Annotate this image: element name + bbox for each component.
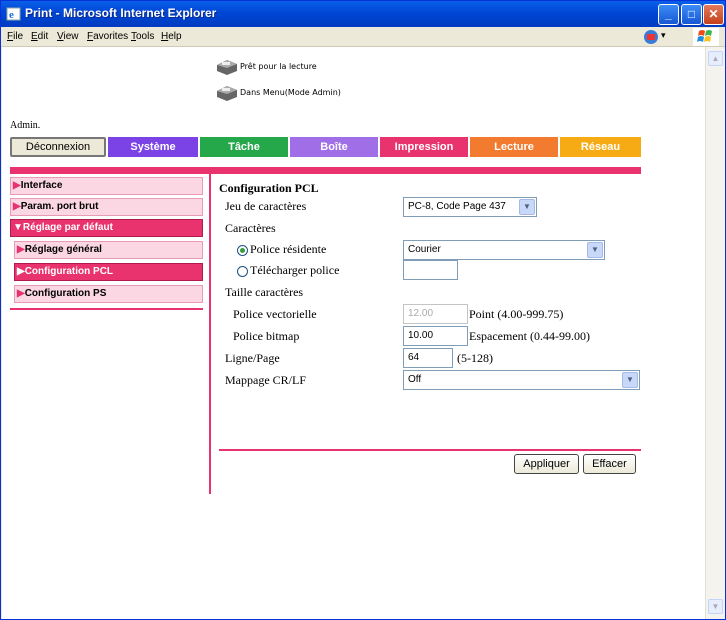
menu-tools[interactable]: Tools	[131, 31, 154, 42]
tab-scan[interactable]: Lecture	[470, 137, 558, 157]
tab-system[interactable]: Système	[108, 137, 198, 157]
charset-select[interactable]: PC-8, Code Page 437 ▼	[403, 197, 537, 217]
resident-font-value: Courier	[408, 244, 441, 255]
chevron-down-icon: ▼	[519, 199, 535, 215]
title-bar: e Print - Microsoft Internet Explorer _ …	[1, 1, 725, 27]
tab-job[interactable]: Tâche	[200, 137, 288, 157]
lines-per-page-hint: (5-128)	[457, 351, 493, 365]
resident-font-radio[interactable]	[237, 245, 248, 256]
sidebar-item-ps-config[interactable]: ▶Configuration PS	[14, 285, 203, 303]
sidebar-divider	[10, 308, 203, 310]
clear-button[interactable]: Effacer	[583, 454, 636, 474]
chevron-down-icon[interactable]: ▾	[661, 30, 666, 41]
bitmap-font-label: Police bitmap	[233, 329, 300, 343]
menu-view[interactable]: View	[57, 31, 79, 42]
windows-logo-icon	[693, 28, 719, 46]
sidebar-item-label: Configuration PS	[24, 288, 107, 299]
maximize-button[interactable]: □	[681, 4, 702, 25]
ie-logo-icon: e	[6, 7, 21, 21]
minimize-button[interactable]: _	[658, 4, 679, 25]
vector-font-hint: Point (4.00-999.75)	[469, 307, 564, 321]
charset-label: Jeu de caractères	[225, 199, 307, 213]
printer-icon	[217, 86, 237, 101]
sidebar-item-label: Param. port brut	[20, 201, 99, 212]
arrow-right-icon: ▶	[17, 244, 25, 255]
vector-font-input[interactable]: 12.00	[403, 304, 468, 324]
sidebar-item-label: Configuration PCL	[24, 266, 114, 277]
vector-font-label: Police vectorielle	[233, 307, 317, 321]
menu-help[interactable]: Help	[161, 31, 182, 42]
sidebar-item-raw-port[interactable]: ▶Param. port brut	[10, 198, 203, 216]
resident-font-label: Police résidente	[250, 242, 327, 256]
lines-per-page-input[interactable]: 64	[403, 348, 453, 368]
sidebar-item-label: Réglage général	[24, 244, 102, 255]
sidebar-item-default-settings[interactable]: ▼Réglage par défaut	[10, 219, 203, 237]
page-title: Configuration PCL	[219, 181, 319, 195]
bitmap-font-hint: Espacement (0.44-99.00)	[469, 329, 590, 343]
crlf-mapping-select[interactable]: Off ▼	[403, 370, 640, 390]
arrow-down-icon: ▼	[13, 222, 23, 233]
resident-font-select[interactable]: Courier ▼	[403, 240, 605, 260]
logout-button[interactable]: Déconnexion	[10, 137, 106, 157]
scroll-up-icon[interactable]: ▲	[708, 51, 723, 66]
vertical-scrollbar[interactable]: ▲ ▼	[705, 47, 725, 619]
window-title: Print - Microsoft Internet Explorer	[25, 6, 217, 20]
status-ready-text: Prêt pour la lecture	[240, 62, 317, 71]
crlf-mapping-label: Mappage CR/LF	[225, 373, 306, 387]
tab-underline	[10, 167, 641, 174]
scroll-down-icon[interactable]: ▼	[708, 599, 723, 614]
charset-value: PC-8, Code Page 437	[408, 201, 506, 212]
download-font-label: Télécharger police	[250, 263, 340, 277]
arrow-right-icon: ▶	[17, 288, 25, 299]
lines-per-page-label: Ligne/Page	[225, 351, 280, 365]
svg-text:e: e	[9, 9, 14, 21]
sidebar-item-pcl-config[interactable]: ▶Configuration PCL	[14, 263, 203, 281]
form-divider	[219, 449, 641, 451]
bitmap-font-input[interactable]: 10.00	[403, 326, 468, 346]
sidebar-item-general-settings[interactable]: ▶Réglage général	[14, 241, 203, 259]
download-font-radio[interactable]	[237, 266, 248, 277]
chevron-down-icon: ▼	[622, 372, 638, 388]
sidebar-item-label: Interface	[20, 180, 63, 191]
characters-label: Caractères	[225, 221, 276, 235]
apply-button[interactable]: Appliquer	[514, 454, 579, 474]
arrow-right-icon: ▶	[13, 180, 21, 191]
menu-bar: File Edit View Favorites Tools Help ▾	[1, 27, 725, 47]
download-font-input[interactable]	[403, 260, 458, 280]
page-content: Prêt pour la lecture Dans Menu(Mode Admi…	[2, 47, 705, 619]
sidebar-item-label: Réglage par défaut	[22, 222, 113, 233]
browser-window: e Print - Microsoft Internet Explorer _ …	[0, 0, 726, 620]
content-divider	[209, 174, 211, 494]
printer-icon	[217, 60, 237, 75]
tab-network[interactable]: Réseau	[560, 137, 641, 157]
close-button[interactable]: ✕	[703, 4, 724, 25]
arrow-right-icon: ▶	[17, 266, 25, 277]
tab-print[interactable]: Impression	[380, 137, 468, 157]
menu-favorites[interactable]: Favorites	[87, 31, 128, 42]
char-size-label: Taille caractères	[225, 285, 304, 299]
arrow-right-icon: ▶	[13, 201, 21, 212]
chevron-down-icon: ▼	[587, 242, 603, 258]
sidebar-item-interface[interactable]: ▶Interface	[10, 177, 203, 195]
crlf-mapping-value: Off	[408, 374, 422, 385]
tab-box[interactable]: Boîte	[290, 137, 378, 157]
status-admin-text: Dans Menu(Mode Admin)	[240, 88, 341, 97]
menu-edit[interactable]: Edit	[31, 31, 48, 42]
main-tabs: Déconnexion Système Tâche Boîte Impressi…	[10, 137, 643, 157]
admin-label: Admin.	[10, 120, 41, 131]
menu-file[interactable]: File	[7, 31, 23, 42]
translate-icon[interactable]	[643, 29, 659, 45]
